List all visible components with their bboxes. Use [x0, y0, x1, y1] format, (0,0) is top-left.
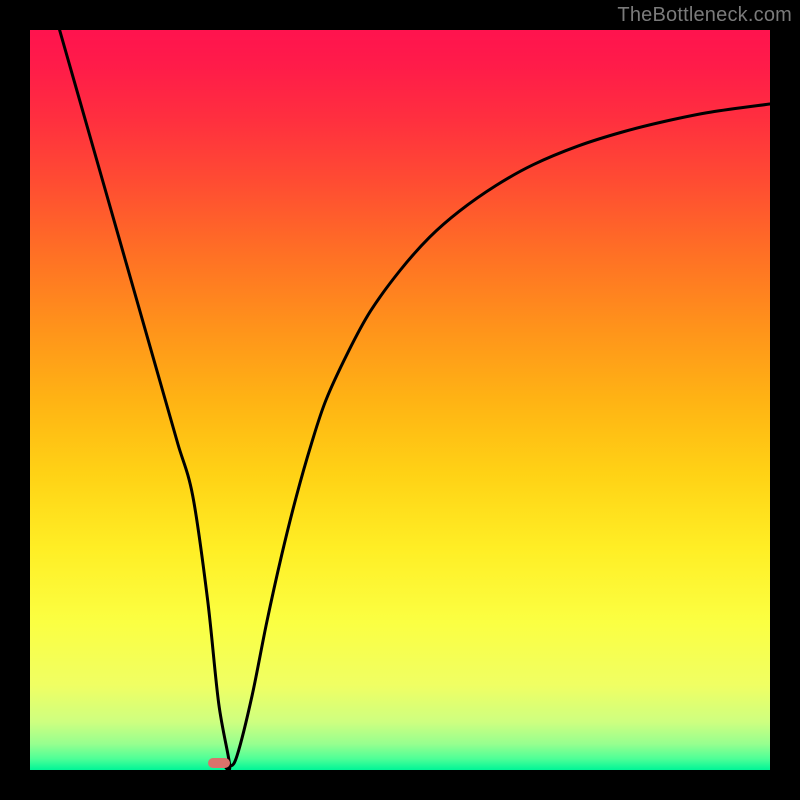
watermark-text: TheBottleneck.com: [617, 4, 792, 27]
chart-frame: TheBottleneck.com: [0, 0, 800, 800]
plot-area: [30, 30, 770, 770]
minimum-marker: [208, 758, 230, 768]
chart-curve: [30, 30, 770, 770]
